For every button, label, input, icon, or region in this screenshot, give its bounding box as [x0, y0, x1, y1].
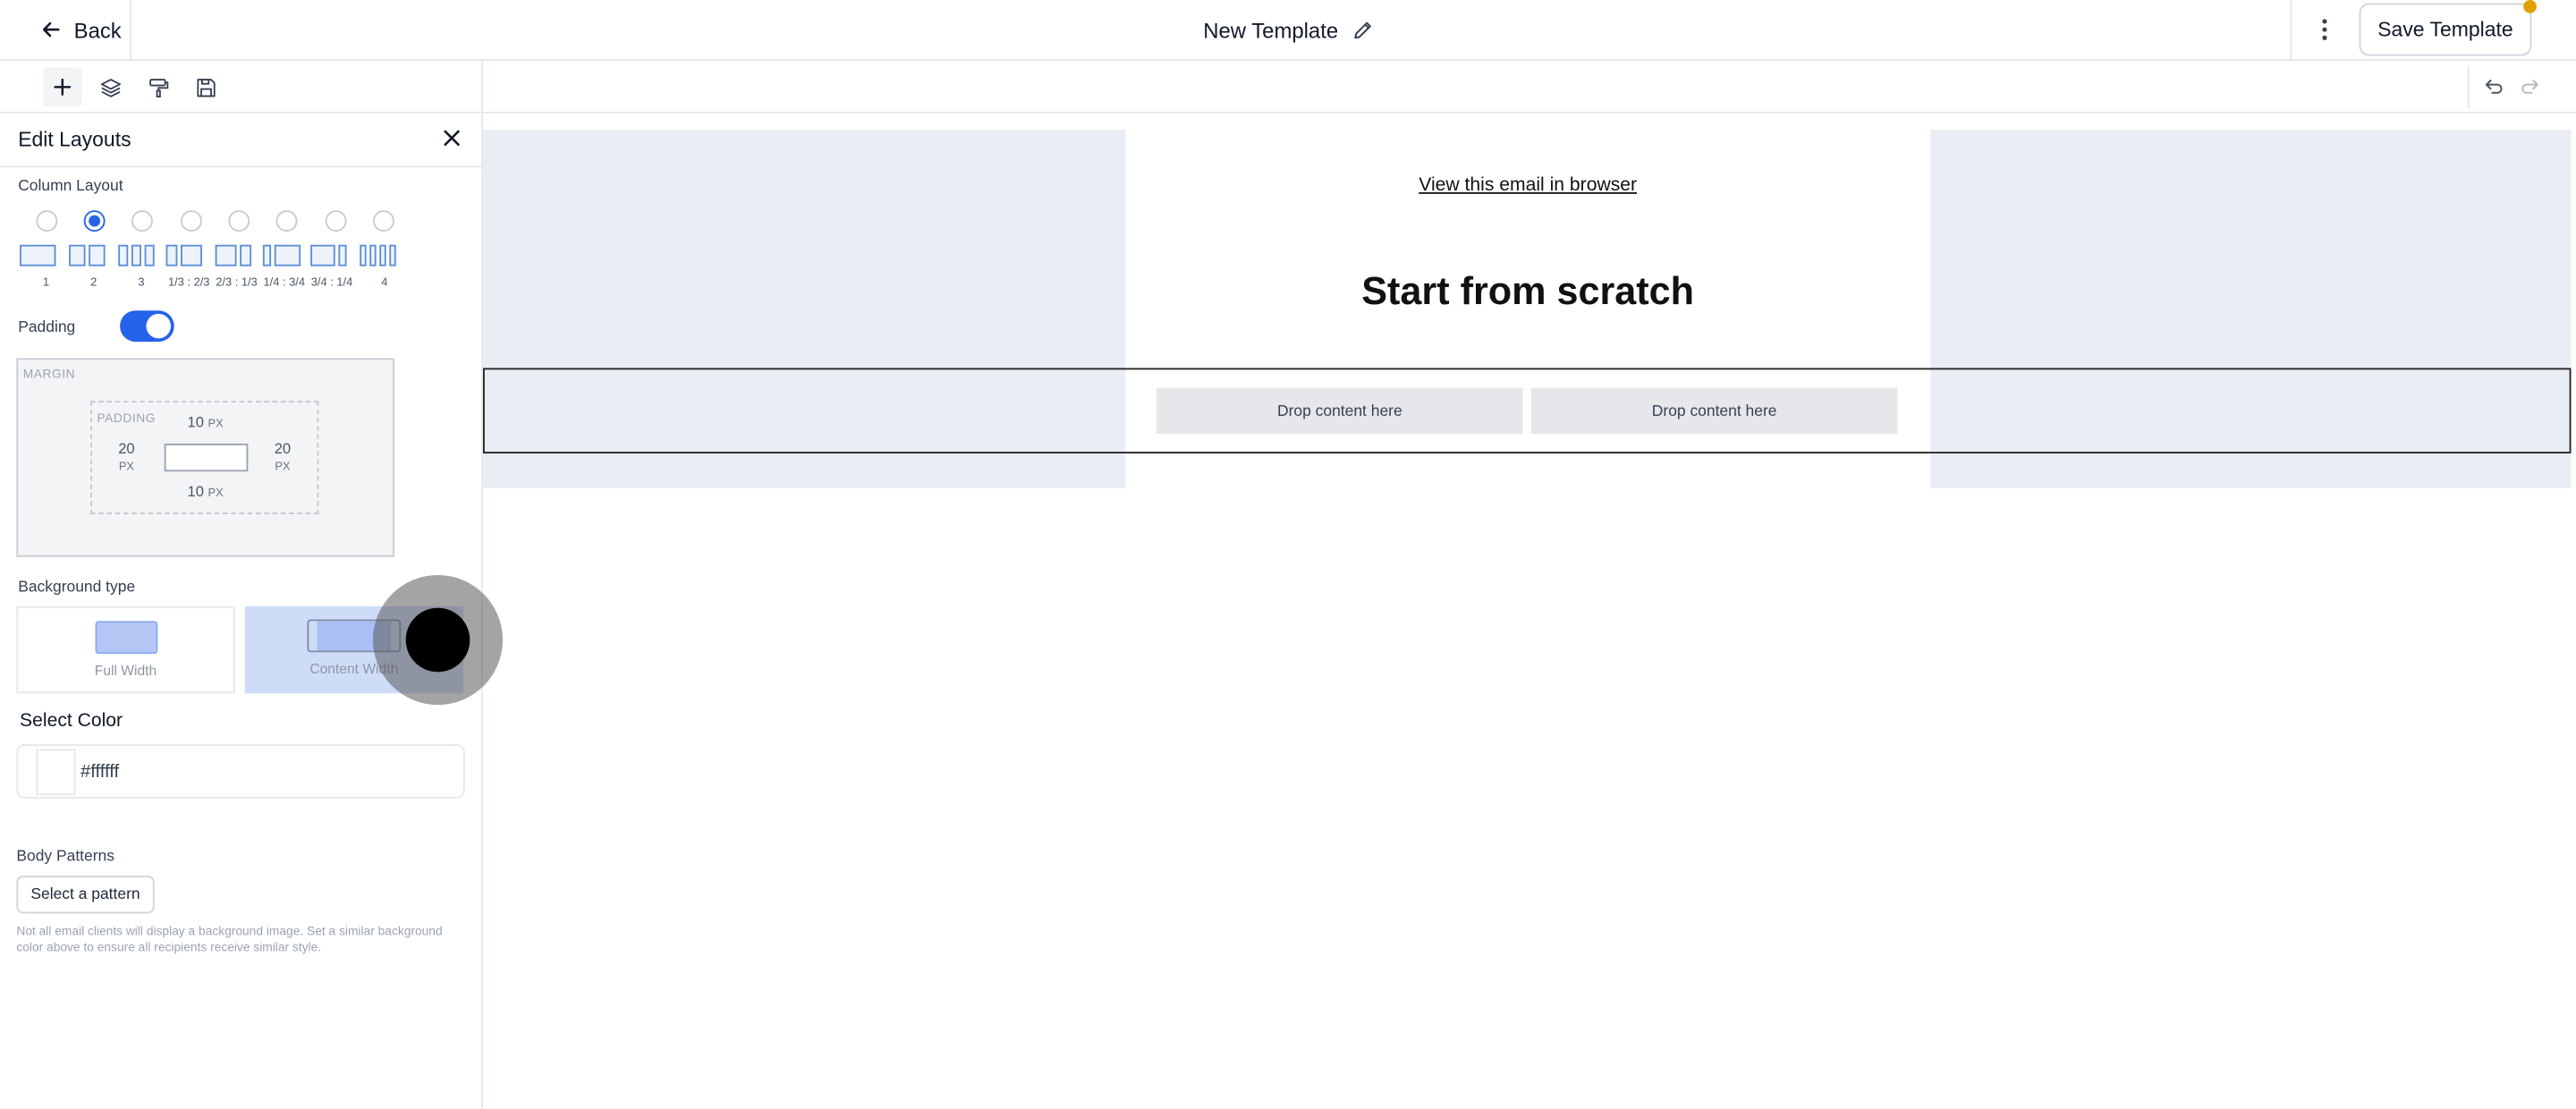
layout-radio-1-4-3-4[interactable]: [275, 210, 298, 233]
view-in-browser-link[interactable]: View this email in browser: [1125, 176, 1930, 196]
layout-radio-4[interactable]: [372, 210, 394, 233]
layout-label: 1/3 : 2/3: [167, 277, 210, 290]
padding-label-small: PADDING: [97, 411, 156, 426]
layout-radio-3[interactable]: [131, 210, 153, 233]
layout-icon-4[interactable]: [360, 244, 396, 267]
layout-icon-2[interactable]: [69, 244, 106, 267]
layers-button[interactable]: [90, 67, 130, 106]
padding-content-preview: [164, 443, 249, 472]
undo-button[interactable]: [2474, 67, 2513, 106]
margin-label: MARGIN: [22, 366, 76, 382]
full-width-label: Full Width: [94, 662, 157, 679]
layout-label: 3: [138, 277, 145, 290]
layout-label: 4: [381, 277, 388, 290]
select-color-label: Select Color: [20, 711, 123, 732]
layout-radio-2[interactable]: [83, 210, 106, 233]
body-patterns-label: Body Patterns: [16, 847, 114, 867]
column-layout-label: Column Layout: [18, 177, 123, 196]
save-template-button[interactable]: Save Template: [2359, 3, 2532, 56]
floppy-disk-icon: [196, 78, 215, 97]
drop-zone-left[interactable]: Drop content here: [1157, 387, 1523, 434]
app-root: Back New Template Save Template Edit Lay…: [0, 0, 2576, 1109]
selected-layout-row[interactable]: [483, 368, 2572, 454]
background-type-label: Background type: [18, 578, 136, 597]
padding-top-number: 10: [187, 413, 204, 431]
undo-icon: [2485, 80, 2503, 94]
padding-top-value[interactable]: 10 PX: [173, 414, 238, 430]
notification-dot: [2523, 0, 2537, 13]
padding-unit: PX: [118, 461, 135, 474]
select-pattern-button[interactable]: Select a pattern: [16, 876, 155, 914]
layout-icon-3[interactable]: [118, 244, 155, 267]
panel-separator: [0, 165, 482, 168]
pencil-icon[interactable]: [1352, 19, 1373, 40]
padding-right-number: 20: [274, 440, 292, 457]
email-headline[interactable]: Start from scratch: [1125, 269, 1930, 314]
style-button[interactable]: [138, 67, 177, 106]
touch-indicator-dot: [405, 607, 470, 673]
pattern-help-text: Not all email clients will display a bac…: [16, 923, 443, 955]
layout-label: 2: [90, 277, 97, 290]
redo-button[interactable]: [2511, 67, 2550, 106]
layout-icon-1-3-2-3[interactable]: [165, 244, 202, 267]
drop-zone-right[interactable]: Drop content here: [1530, 387, 1898, 434]
padding-right-value[interactable]: 20 PX: [267, 440, 300, 476]
full-width-option[interactable]: Full Width: [16, 605, 235, 694]
save-block-button[interactable]: [186, 67, 225, 106]
layers-icon: [100, 78, 121, 97]
topbar-divider: [2290, 0, 2292, 60]
layout-icon-2-3-1-3[interactable]: [215, 244, 252, 267]
padding-left-number: 20: [118, 440, 135, 457]
layout-icon-3-4-1-4[interactable]: [310, 244, 347, 267]
toolbar: [0, 61, 2576, 114]
padding-unit: PX: [208, 487, 224, 500]
padding-toggle[interactable]: [120, 310, 174, 343]
color-swatch[interactable]: [36, 749, 76, 796]
padding-unit: PX: [208, 419, 224, 431]
padding-bottom-number: 10: [187, 483, 204, 500]
layout-label: 1: [42, 277, 50, 290]
redo-icon: [2521, 80, 2538, 94]
layout-icon-1-4-3-4[interactable]: [262, 244, 301, 267]
layout-radio-3-4-1-4[interactable]: [325, 210, 347, 233]
panel-title: Edit Layouts: [18, 128, 131, 152]
back-label: Back: [73, 17, 122, 42]
layout-label: 1/4 : 3/4: [263, 277, 305, 290]
padding-unit: PX: [275, 461, 291, 474]
add-block-button[interactable]: [42, 67, 82, 107]
layout-icon-1[interactable]: [20, 244, 56, 267]
layout-radio-1-3-2-3[interactable]: [181, 210, 202, 233]
padding-label: Padding: [18, 318, 76, 337]
color-hex-input[interactable]: [80, 758, 443, 786]
back-button[interactable]: Back: [0, 0, 131, 60]
full-width-preview: [95, 621, 158, 655]
more-options-icon[interactable]: [2309, 13, 2342, 47]
arrow-left-icon: [42, 21, 60, 38]
top-bar: [0, 0, 2576, 61]
layout-label: 3/4 : 1/4: [310, 277, 353, 290]
history-divider: [2467, 65, 2470, 109]
padding-bottom-value[interactable]: 10 PX: [173, 483, 238, 499]
close-icon[interactable]: [440, 126, 463, 149]
padding-left-value[interactable]: 20 PX: [110, 440, 143, 476]
layout-label: 2/3 : 1/3: [216, 277, 258, 290]
paint-roller-icon: [148, 78, 168, 97]
layout-radio-2-3-1-3[interactable]: [228, 210, 250, 233]
layout-radio-1[interactable]: [36, 210, 58, 233]
plus-icon: [54, 78, 72, 96]
